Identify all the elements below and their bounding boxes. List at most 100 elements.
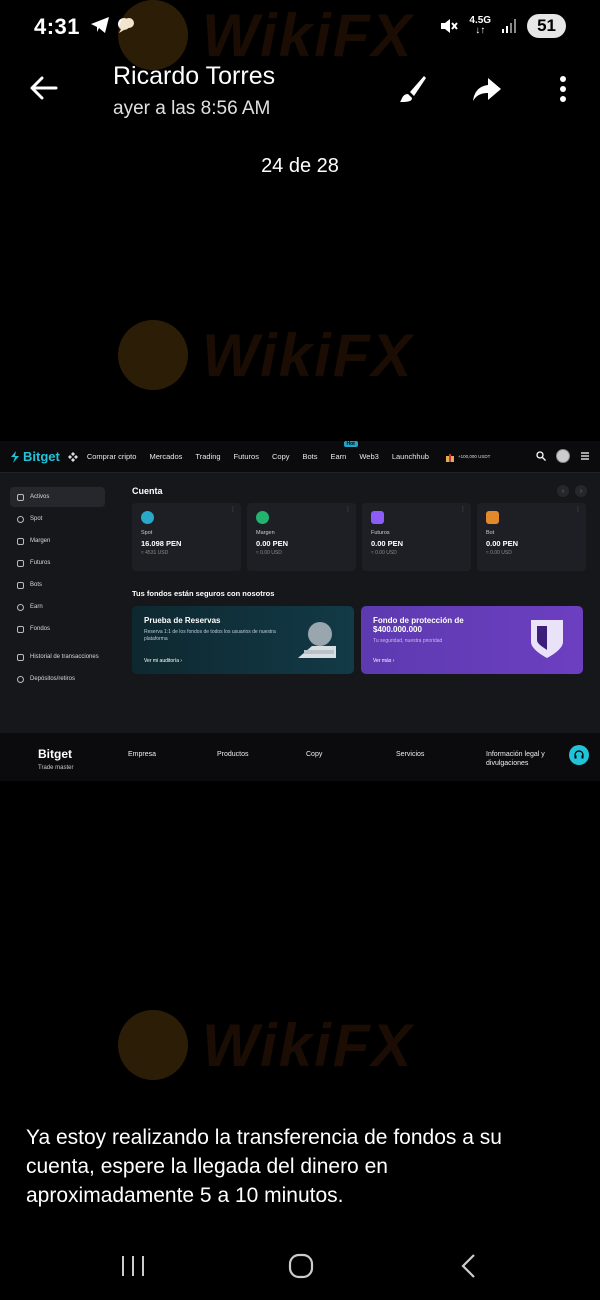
spot-coin-icon <box>141 511 154 524</box>
more-icon[interactable]: ⋮ <box>575 506 581 513</box>
search-icon[interactable] <box>536 451 546 461</box>
promo-banner[interactable]: +100,000 USDT <box>445 452 490 462</box>
sidebar-item-margen[interactable]: Margen <box>10 531 105 551</box>
sidebar-item-historial[interactable]: Historial de transacciones <box>10 647 105 667</box>
account-cards: ⋮ Spot 16.098 PEN ≈ 4531 USD ⋮ Margen 0.… <box>132 503 586 571</box>
wallet-icon <box>17 493 24 501</box>
nav-item-futuros[interactable]: Futuros <box>234 452 259 461</box>
sidebar-item-fondos[interactable]: Fondos <box>10 619 105 639</box>
more-icon[interactable]: ⋮ <box>230 506 236 513</box>
main-content: Cuenta ‹ › ⋮ Spot 16.098 PEN ≈ 4531 USD … <box>132 473 587 733</box>
apps-grid-icon[interactable] <box>67 451 78 462</box>
account-card-bot[interactable]: ⋮ Bot 0.00 PEN ≈ 0.00 USD <box>477 503 586 571</box>
earn-icon <box>17 603 24 611</box>
sidebar-item-futuros[interactable]: Futuros <box>10 553 105 573</box>
paint-brush-icon[interactable] <box>396 72 430 106</box>
nav-item-earn[interactable]: Earn Hot <box>331 441 358 461</box>
footer-logo[interactable]: Bitget <box>38 747 72 761</box>
nav-item-web3[interactable]: Web3 <box>359 452 378 461</box>
funds-icon <box>17 625 24 633</box>
account-card-spot[interactable]: ⋮ Spot 16.098 PEN ≈ 4531 USD <box>132 503 241 571</box>
menu-icon[interactable] <box>580 451 590 461</box>
recent-apps-icon <box>122 1256 144 1276</box>
home-button[interactable] <box>281 1246 321 1286</box>
nav-item-comprar[interactable]: Comprar cripto <box>87 452 137 461</box>
nav-menu: Comprar cripto Mercados Trading Futuros … <box>87 441 429 461</box>
history-icon <box>17 653 24 661</box>
more-icon[interactable]: ⋮ <box>460 506 466 513</box>
protection-fund-banner[interactable]: Fondo de protección de $400.000.000 Tu s… <box>361 606 583 674</box>
shield-icon <box>531 620 563 658</box>
card-pager: ‹ › <box>557 485 587 497</box>
chevron-left-icon[interactable]: ‹ <box>557 485 569 497</box>
spot-icon <box>17 515 24 523</box>
headset-icon <box>574 750 584 759</box>
futures-chart-icon <box>371 511 384 524</box>
watermark: WikiFX <box>118 1010 413 1080</box>
system-navigation-bar <box>0 1230 600 1300</box>
image-counter: 24 de 28 <box>261 155 339 177</box>
home-icon <box>288 1253 314 1279</box>
forward-icon[interactable] <box>470 72 504 106</box>
watermark-logo-icon <box>118 1010 188 1080</box>
see-more-link[interactable]: Ver más › <box>373 658 394 664</box>
security-heading: Tus fondos están seguros con nosotros <box>132 589 275 598</box>
sidebar-item-spot[interactable]: Spot <box>10 509 105 529</box>
watermark-logo-icon <box>118 320 188 390</box>
watermark-logo-icon <box>118 0 188 70</box>
nav-item-copy[interactable]: Copy <box>272 452 290 461</box>
nav-item-mercados[interactable]: Mercados <box>149 452 182 461</box>
footer-tagline: Trade master <box>38 765 74 771</box>
network-indicator: 4.5G ↓↑ <box>469 15 492 36</box>
vault-illustration-icon <box>298 622 336 658</box>
footer-column-legal[interactable]: Información legal y divulgaciones <box>486 750 558 768</box>
image-caption: Ya estoy realizando la transferencia de … <box>26 1126 502 1207</box>
bitget-logo-icon <box>11 450 19 463</box>
footer-column-copy[interactable]: Copy <box>306 750 322 759</box>
bitget-logo[interactable]: Bitget <box>10 449 60 464</box>
nav-item-launchhub[interactable]: Launchhub <box>392 452 429 461</box>
data-arrows-icon: ↓↑ <box>475 25 486 36</box>
back-chevron-icon <box>461 1254 475 1278</box>
telegram-icon <box>91 17 109 33</box>
robot-icon <box>486 511 499 524</box>
watermark: WikiFX <box>118 320 413 390</box>
shared-image[interactable]: Bitget Comprar cripto Mercados Trading F… <box>0 441 600 781</box>
site-footer: Bitget Trade master Empresa Productos Co… <box>0 733 600 781</box>
sidebar: Activos Spot Margen Futuros Bots Earn Fo… <box>0 473 115 733</box>
account-card-margen[interactable]: ⋮ Margen 0.00 PEN ≈ 0.00 USD <box>247 503 356 571</box>
recent-apps-button[interactable] <box>113 1246 153 1286</box>
account-card-futuros[interactable]: ⋮ Futuros 0.00 PEN ≈ 0.00 USD <box>362 503 471 571</box>
status-time: 4:31 <box>34 14 81 39</box>
system-back-button[interactable] <box>449 1246 489 1286</box>
sidebar-item-depositos[interactable]: Depósitos/retiros <box>10 669 105 689</box>
nav-item-trading[interactable]: Trading <box>195 452 220 461</box>
chevron-right-icon[interactable]: › <box>575 485 587 497</box>
more-icon[interactable]: ⋮ <box>345 506 351 513</box>
sidebar-item-activos[interactable]: Activos <box>10 487 105 507</box>
gift-icon <box>445 453 454 462</box>
more-options-icon[interactable] <box>546 72 580 106</box>
message-timestamp: ayer a las 8:56 AM <box>113 98 271 119</box>
section-title: Cuenta <box>132 486 163 496</box>
bot-icon <box>17 581 24 589</box>
nav-right-actions <box>536 449 590 463</box>
proof-of-reserves-banner[interactable]: Prueba de Reservas Reserva 1:1 de los fo… <box>132 606 354 674</box>
sidebar-item-earn[interactable]: Earn <box>10 597 105 617</box>
nav-item-bots[interactable]: Bots <box>303 452 318 461</box>
signal-icon <box>502 19 517 33</box>
back-arrow-icon[interactable] <box>26 70 62 106</box>
watermark: WikiFX <box>118 0 413 70</box>
footer-column-productos[interactable]: Productos <box>217 750 249 759</box>
deposit-icon <box>17 675 24 683</box>
sidebar-item-bots[interactable]: Bots <box>10 575 105 595</box>
footer-column-empresa[interactable]: Empresa <box>128 750 156 759</box>
margin-coin-icon <box>256 511 269 524</box>
battery-indicator: 51 <box>527 14 566 38</box>
footer-column-servicios[interactable]: Servicios <box>396 750 424 759</box>
bitget-nav-bar: Bitget Comprar cripto Mercados Trading F… <box>0 441 600 473</box>
margin-icon <box>17 537 24 545</box>
avatar[interactable] <box>556 449 570 463</box>
support-button[interactable] <box>569 745 589 765</box>
audit-link[interactable]: Ver mi auditoría › <box>144 658 182 664</box>
